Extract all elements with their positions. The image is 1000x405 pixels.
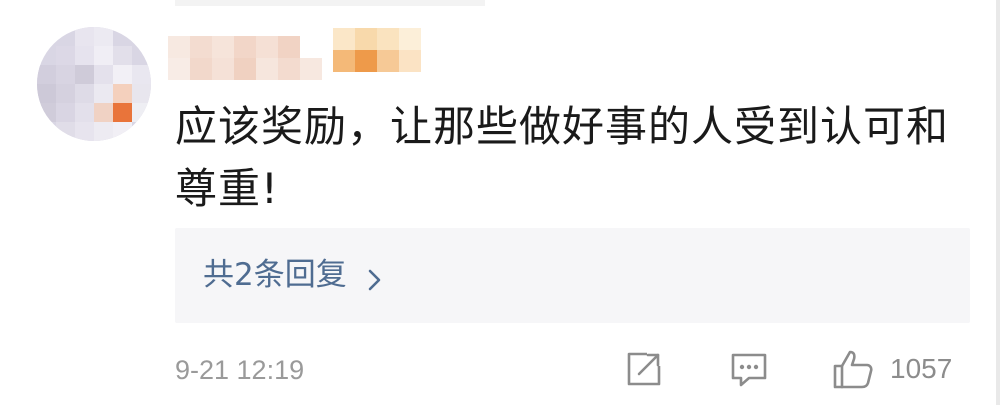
chevron-right-icon bbox=[361, 262, 387, 291]
share-icon bbox=[622, 347, 666, 391]
avatar[interactable] bbox=[37, 27, 151, 141]
right-edge bbox=[996, 0, 1000, 405]
replies-count-label: 共2条回复 bbox=[203, 257, 347, 293]
comment-timestamp: 9-21 12:19 bbox=[175, 355, 305, 385]
like-count: 1057 bbox=[890, 353, 953, 384]
comment-text: 应该奖励，让那些做好事的人受到认可和尊重! bbox=[175, 102, 950, 213]
comment-icon bbox=[727, 347, 771, 391]
reply-button[interactable] bbox=[727, 344, 771, 394]
view-replies-button[interactable]: 共2条回复 bbox=[175, 228, 970, 323]
top-divider bbox=[175, 0, 485, 6]
comment-card: 应该奖励，让那些做好事的人受到认可和尊重! 共2条回复 9-21 12:19 1… bbox=[0, 0, 1000, 405]
like-button[interactable]: 1057 bbox=[830, 344, 952, 394]
username[interactable] bbox=[168, 28, 430, 80]
view-replies-link[interactable]: 共2条回复 bbox=[203, 254, 387, 296]
share-button[interactable] bbox=[622, 344, 666, 394]
thumbs-up-icon bbox=[830, 346, 876, 392]
